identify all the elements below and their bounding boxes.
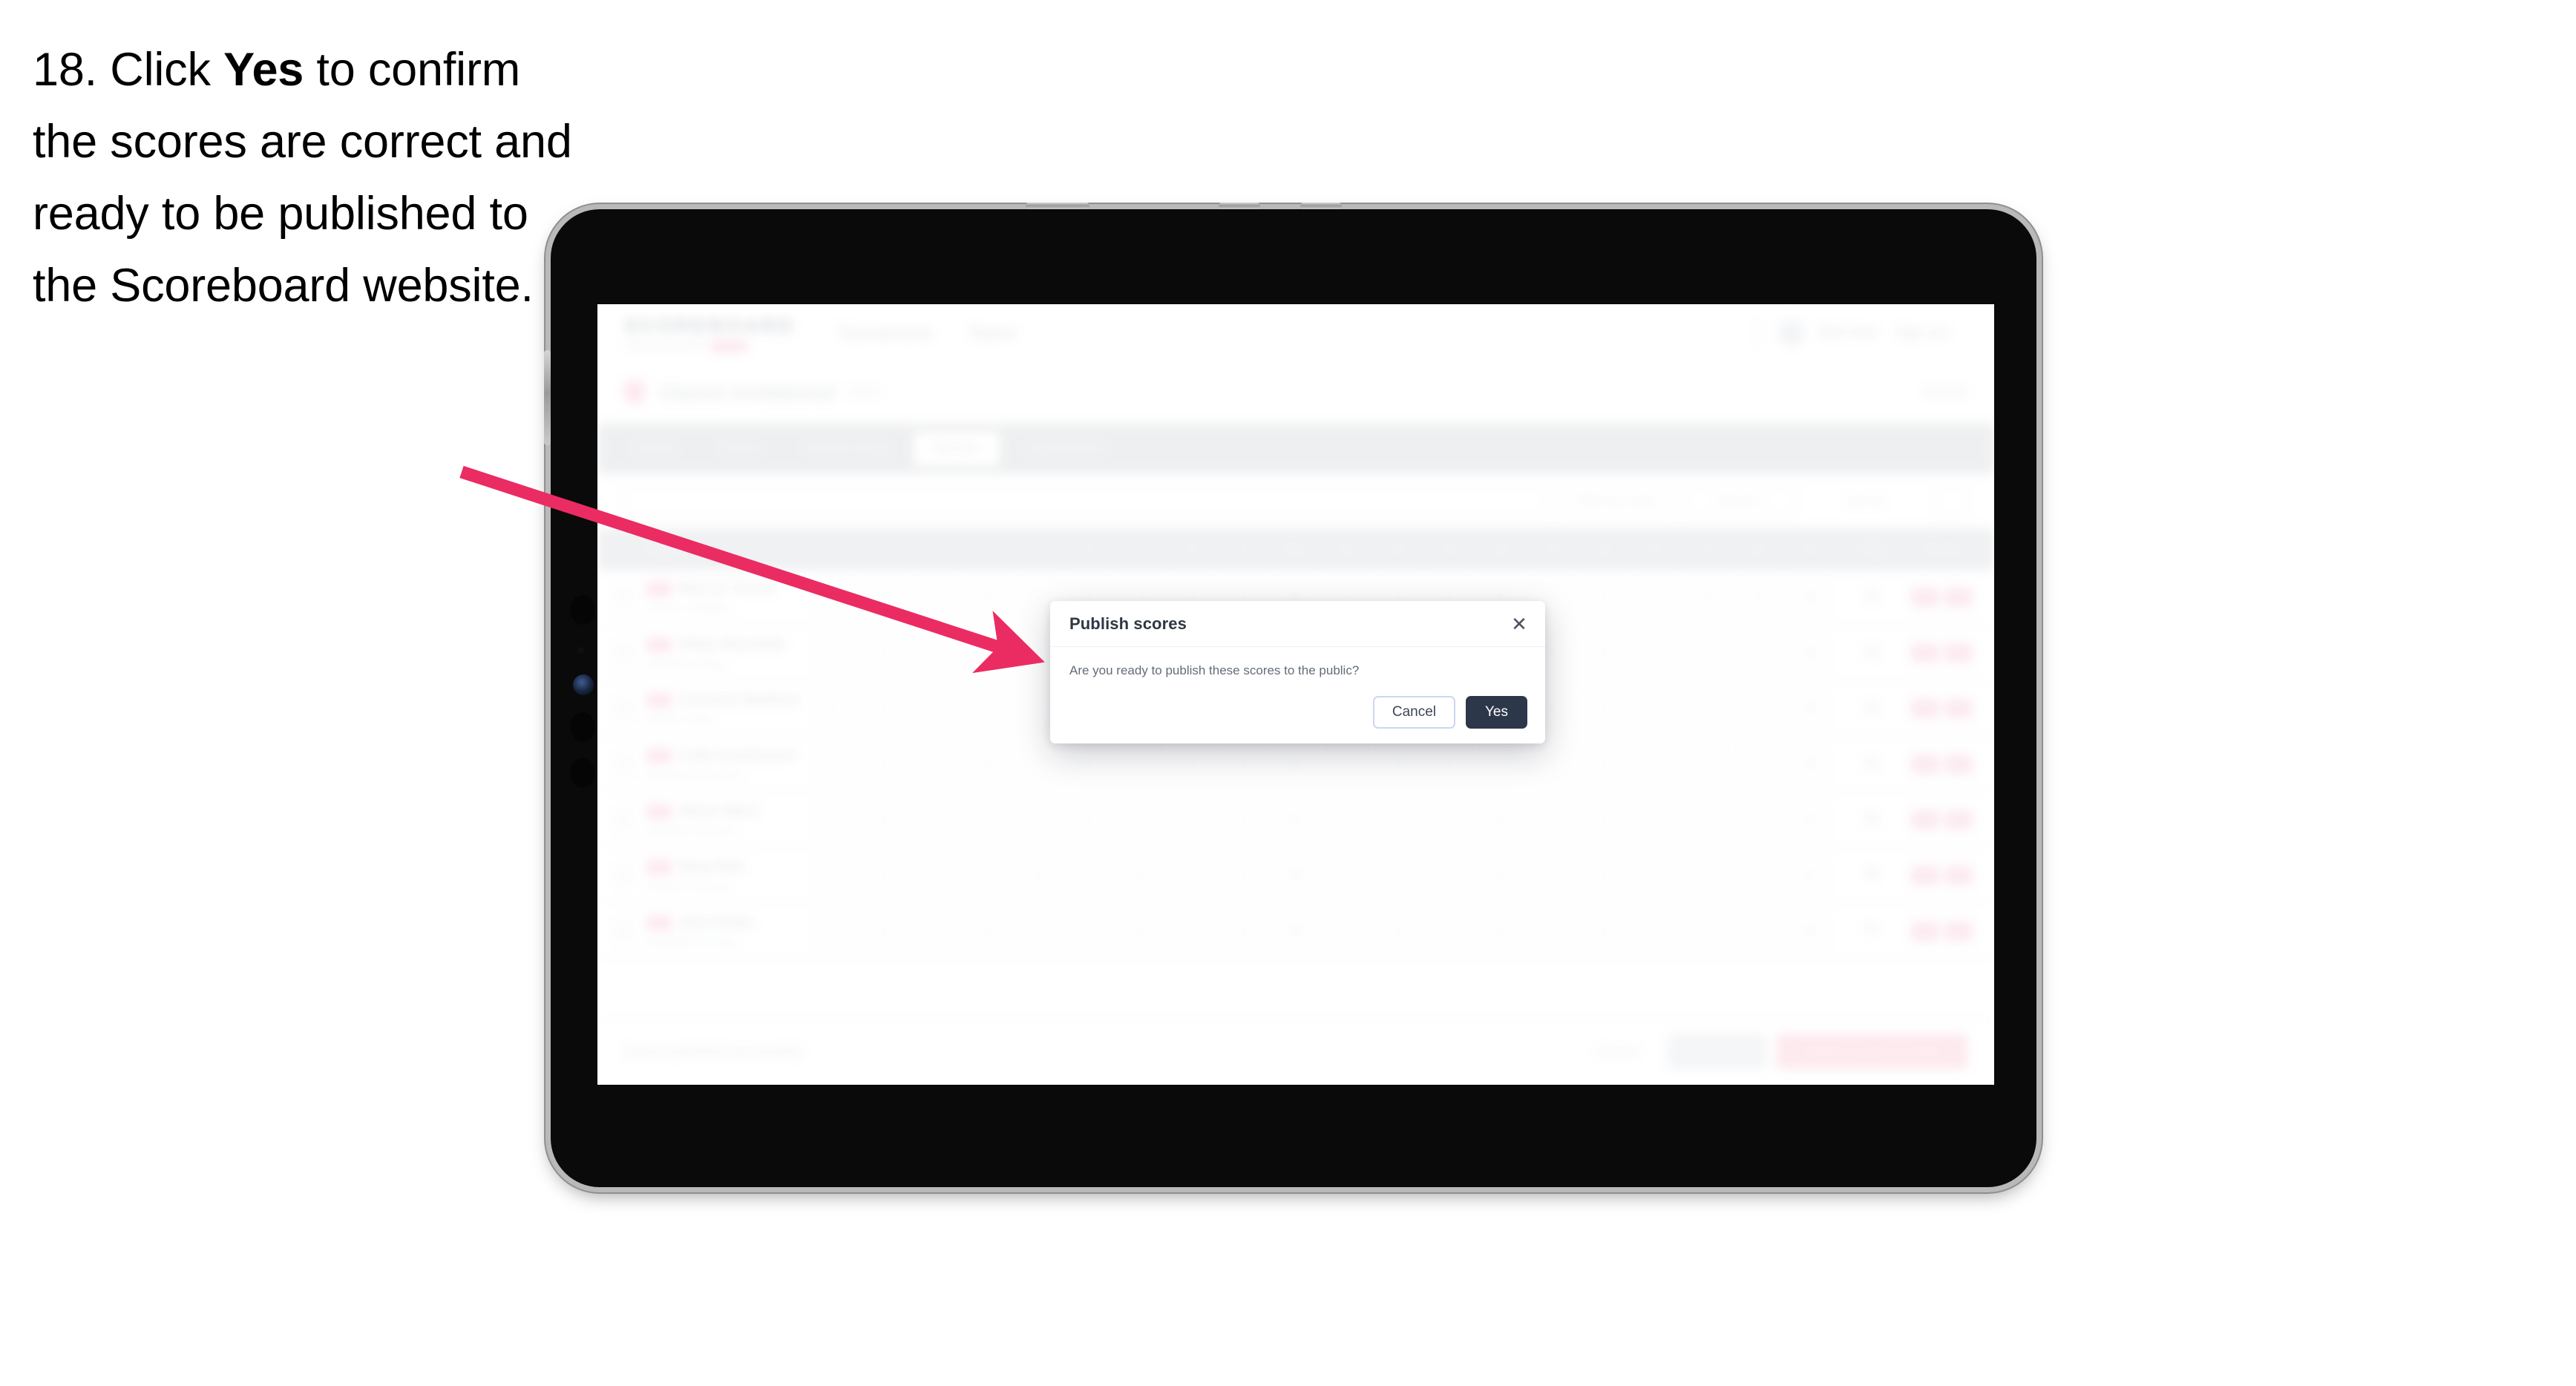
yes-button[interactable]: Yes <box>1466 696 1527 729</box>
tablet-screen: SCOREBOARD TOURNAMENTS BETA Tournaments … <box>597 304 1994 1085</box>
instruction-text: 18. Click Yes to confirm the scores are … <box>33 34 582 322</box>
step-number: 18. <box>33 44 97 96</box>
slide-canvas: 18. Click Yes to confirm the scores are … <box>0 0 2576 1386</box>
dialog-message: Are you ready to publish these scores to… <box>1069 663 1360 677</box>
close-icon[interactable]: ✕ <box>1508 613 1530 635</box>
dialog-title: Publish scores <box>1069 614 1187 633</box>
device-button-left <box>544 350 551 445</box>
sensor-icon <box>570 758 595 788</box>
device-button-top-a <box>1026 203 1089 209</box>
dialog-body: Are you ready to publish these scores to… <box>1050 647 1545 678</box>
device-button-top-c <box>1300 203 1342 209</box>
tablet-device-frame: SCOREBOARD TOURNAMENTS BETA Tournaments … <box>544 203 2036 1187</box>
indicator-dot-icon <box>577 647 584 654</box>
instruction-bold-yes: Yes <box>223 44 304 96</box>
front-camera-icon <box>573 674 594 695</box>
sensor-icon <box>570 712 595 742</box>
dialog-header: Publish scores ✕ <box>1050 601 1545 647</box>
dialog-footer: Cancel Yes <box>1050 696 1545 743</box>
sensor-icon <box>570 595 595 625</box>
cancel-button[interactable]: Cancel <box>1372 696 1455 729</box>
instruction-before: Click <box>96 44 224 96</box>
device-button-top-b <box>1219 203 1260 209</box>
publish-scores-dialog: Publish scores ✕ Are you ready to publis… <box>1050 601 1545 743</box>
